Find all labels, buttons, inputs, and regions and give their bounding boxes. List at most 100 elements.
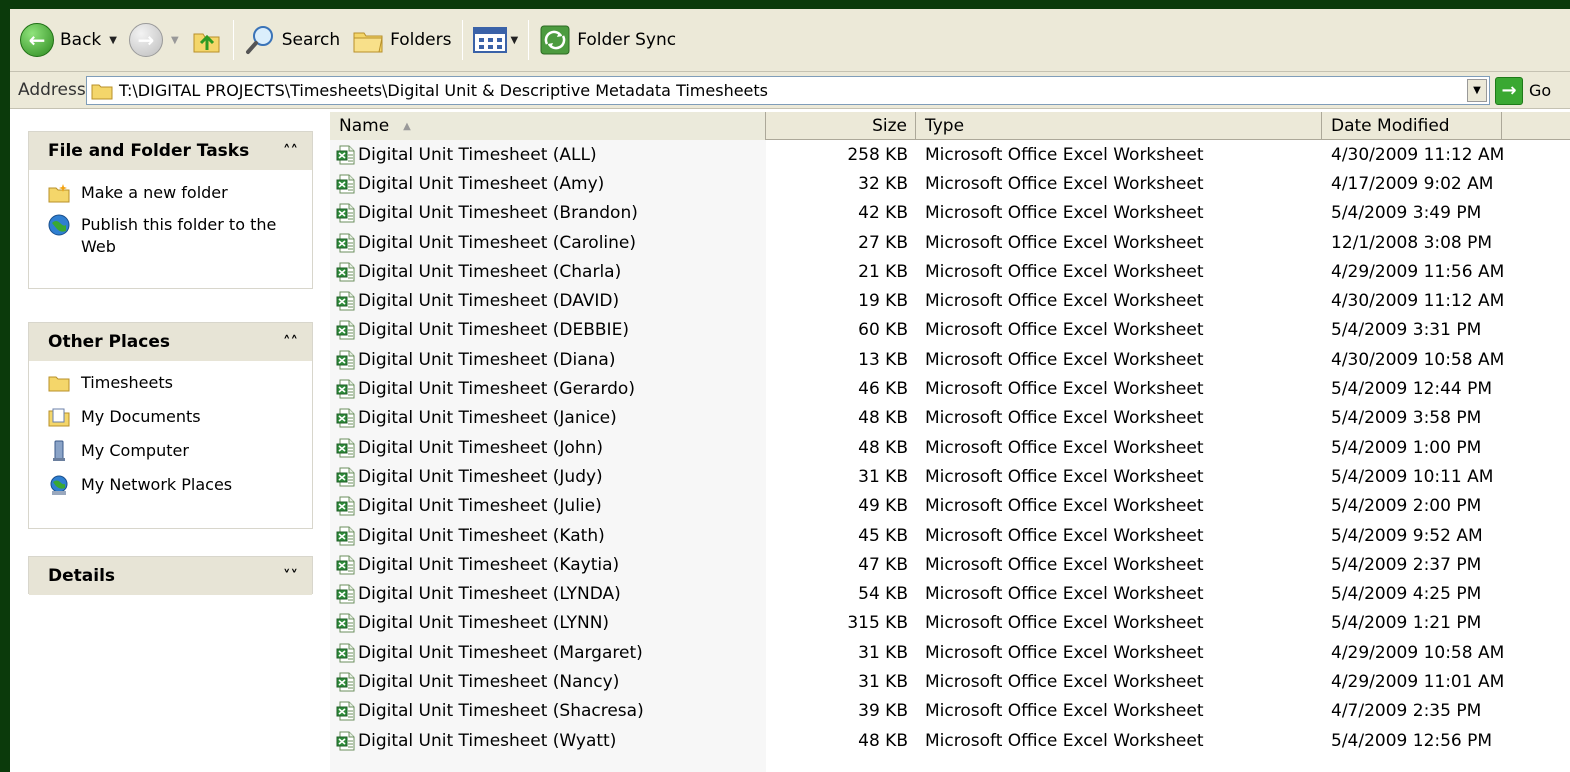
file-type: Microsoft Office Excel Worksheet [925, 173, 1204, 194]
file-name-cell[interactable]: Digital Unit Timesheet (Margaret) [330, 643, 766, 663]
file-name-cell[interactable]: Digital Unit Timesheet (DAVID) [330, 291, 766, 311]
file-row[interactable]: Digital Unit Timesheet (Kaytia) 47 KB Micr… [330, 550, 1570, 579]
other-places-header[interactable]: Other Places ˄˄ [29, 323, 312, 361]
excel-file-icon [336, 438, 358, 458]
file-name-cell[interactable]: Digital Unit Timesheet (DEBBIE) [330, 320, 766, 340]
place-my-network-places[interactable]: My Network Places [47, 474, 312, 496]
file-name-cell[interactable]: Digital Unit Timesheet (Charla) [330, 262, 766, 282]
excel-file-icon [336, 203, 358, 223]
file-name-cell[interactable]: Digital Unit Timesheet (ALL) [330, 145, 766, 165]
file-name-cell[interactable]: Digital Unit Timesheet (Amy) [330, 174, 766, 194]
file-name: Digital Unit Timesheet (Kaytia) [358, 554, 620, 575]
place-my-network-places-label: My Network Places [81, 475, 233, 494]
column-header-type[interactable]: Type [916, 112, 1322, 140]
file-row[interactable]: Digital Unit Timesheet (Nancy) 31 KB Micro… [330, 667, 1570, 696]
file-date-modified: 4/30/2009 10:58 AM [1331, 349, 1505, 370]
file-size: 42 KB [858, 203, 908, 224]
folder-sync-label: Folder Sync [577, 30, 677, 50]
file-row[interactable]: Digital Unit Timesheet (Wyatt) 48 KB Micro… [330, 726, 1570, 755]
folder-sync-button[interactable]: Folder Sync [533, 18, 682, 62]
column-header-size[interactable]: Size [766, 112, 916, 140]
place-my-computer[interactable]: My Computer [47, 440, 312, 462]
file-type: Microsoft Office Excel Worksheet [925, 437, 1204, 458]
file-name-cell[interactable]: Digital Unit Timesheet (Gerardo) [330, 379, 766, 399]
file-row[interactable]: Digital Unit Timesheet (Judy) 31 KB Micros… [330, 462, 1570, 491]
file-row[interactable]: Digital Unit Timesheet (Margaret) 31 KB Mi… [330, 638, 1570, 667]
file-row[interactable]: Digital Unit Timesheet (Brandon) 42 KB Mic… [330, 199, 1570, 228]
file-name-cell[interactable]: Digital Unit Timesheet (Janice) [330, 408, 766, 428]
views-button[interactable]: ▼ [467, 18, 525, 62]
file-name-cell[interactable]: Digital Unit Timesheet (Shacresa) [330, 701, 766, 721]
file-size: 315 KB [847, 613, 908, 634]
file-name-cell[interactable]: Digital Unit Timesheet (Wyatt) [330, 731, 766, 751]
details-title: Details [48, 566, 116, 586]
file-name-cell[interactable]: Digital Unit Timesheet (John) [330, 438, 766, 458]
collapse-chevron-icon[interactable]: ˄˄ [283, 333, 298, 351]
address-input[interactable]: T:\DIGITAL PROJECTS\Timesheets\Digital U… [86, 76, 1490, 105]
file-name-cell[interactable]: Digital Unit Timesheet (LYNDA) [330, 584, 766, 604]
file-row[interactable]: Digital Unit Timesheet (Diana) 13 KB Micro… [330, 345, 1570, 374]
file-name-cell[interactable]: Digital Unit Timesheet (Brandon) [330, 203, 766, 223]
task-pane: File and Folder Tasks ˄˄ Make a new fold… [10, 109, 328, 772]
file-row[interactable]: Digital Unit Timesheet (LYNN) 315 KB Micro… [330, 609, 1570, 638]
place-my-documents[interactable]: My Documents [47, 406, 312, 428]
file-row[interactable]: Digital Unit Timesheet (Shacresa) 39 KB Mi… [330, 697, 1570, 726]
column-header-date-modified[interactable]: Date Modified [1322, 112, 1502, 140]
file-name-cell[interactable]: Digital Unit Timesheet (LYNN) [330, 613, 766, 633]
file-type: Microsoft Office Excel Worksheet [925, 730, 1204, 751]
file-row[interactable]: Digital Unit Timesheet (Kath) 45 KB Micros… [330, 521, 1570, 550]
column-header-name[interactable]: Name ▲ [330, 112, 766, 140]
folder-icon [91, 84, 113, 99]
publish-web-icon [47, 214, 71, 236]
file-row[interactable]: Digital Unit Timesheet (Amy) 32 KB Microso… [330, 169, 1570, 198]
forward-button[interactable]: → ▼ [123, 18, 185, 62]
up-folder-button[interactable] [185, 18, 229, 62]
file-name-cell[interactable]: Digital Unit Timesheet (Diana) [330, 350, 766, 370]
views-dropdown-icon[interactable]: ▼ [511, 35, 519, 46]
search-button[interactable]: Search [238, 18, 346, 62]
place-timesheets[interactable]: Timesheets [47, 372, 312, 394]
file-row[interactable]: Digital Unit Timesheet (LYNDA) 54 KB Micro… [330, 579, 1570, 608]
file-row[interactable]: Digital Unit Timesheet (Janice) 48 KB Micr… [330, 404, 1570, 433]
file-row[interactable]: Digital Unit Timesheet (Caroline) 27 KB Mi… [330, 228, 1570, 257]
file-row[interactable]: Digital Unit Timesheet (DEBBIE) 60 KB Micr… [330, 316, 1570, 345]
file-name: Digital Unit Timesheet (Judy) [358, 466, 603, 487]
file-row[interactable]: Digital Unit Timesheet (ALL) 258 KB Micros… [330, 140, 1570, 169]
details-header[interactable]: Details ˅˅ [29, 557, 312, 595]
file-type: Microsoft Office Excel Worksheet [925, 349, 1204, 370]
collapse-chevron-icon[interactable]: ˄˄ [283, 142, 298, 160]
file-date-modified: 4/29/2009 10:58 AM [1331, 642, 1505, 663]
file-row[interactable]: Digital Unit Timesheet (DAVID) 19 KB Micro… [330, 286, 1570, 315]
back-button[interactable]: ← Back ▼ [14, 18, 123, 62]
file-name: Digital Unit Timesheet (Julie) [358, 496, 602, 517]
file-name-cell[interactable]: Digital Unit Timesheet (Caroline) [330, 233, 766, 253]
forward-dropdown-icon[interactable]: ▼ [171, 35, 179, 46]
file-row[interactable]: Digital Unit Timesheet (Gerardo) 46 KB Mic… [330, 374, 1570, 403]
make-new-folder-link[interactable]: Make a new folder [47, 182, 312, 204]
excel-file-icon [336, 467, 358, 487]
file-name-cell[interactable]: Digital Unit Timesheet (Nancy) [330, 672, 766, 692]
file-row[interactable]: Digital Unit Timesheet (Julie) 49 KB Micro… [330, 492, 1570, 521]
back-dropdown-icon[interactable]: ▼ [109, 35, 117, 46]
file-name: Digital Unit Timesheet (ALL) [358, 144, 597, 165]
file-name-cell[interactable]: Digital Unit Timesheet (Judy) [330, 467, 766, 487]
folders-icon [353, 32, 383, 53]
file-type: Microsoft Office Excel Worksheet [925, 671, 1204, 692]
publish-folder-link[interactable]: Publish this folder to the Web [47, 214, 312, 258]
go-button[interactable]: → Go [1495, 76, 1551, 105]
file-name-cell[interactable]: Digital Unit Timesheet (Julie) [330, 496, 766, 516]
file-name-cell[interactable]: Digital Unit Timesheet (Kaytia) [330, 555, 766, 575]
file-row[interactable]: Digital Unit Timesheet (Charla) 21 KB Micr… [330, 257, 1570, 286]
back-arrow-icon: ← [20, 23, 54, 57]
file-name-cell[interactable]: Digital Unit Timesheet (Kath) [330, 526, 766, 546]
expand-chevron-icon[interactable]: ˅˅ [283, 567, 298, 585]
file-name: Digital Unit Timesheet (Caroline) [358, 232, 637, 253]
file-folder-tasks-header[interactable]: File and Folder Tasks ˄˄ [29, 132, 312, 170]
my-computer-icon [47, 440, 71, 462]
folders-button[interactable]: Folders [346, 18, 457, 62]
file-name: Digital Unit Timesheet (LYNDA) [358, 584, 621, 605]
file-row[interactable]: Digital Unit Timesheet (John) 48 KB Micros… [330, 433, 1570, 462]
column-headers: Name ▲ Size Type Date Modified [330, 112, 1570, 140]
file-type: Microsoft Office Excel Worksheet [925, 408, 1204, 429]
address-dropdown-icon[interactable]: ▼ [1467, 79, 1487, 102]
